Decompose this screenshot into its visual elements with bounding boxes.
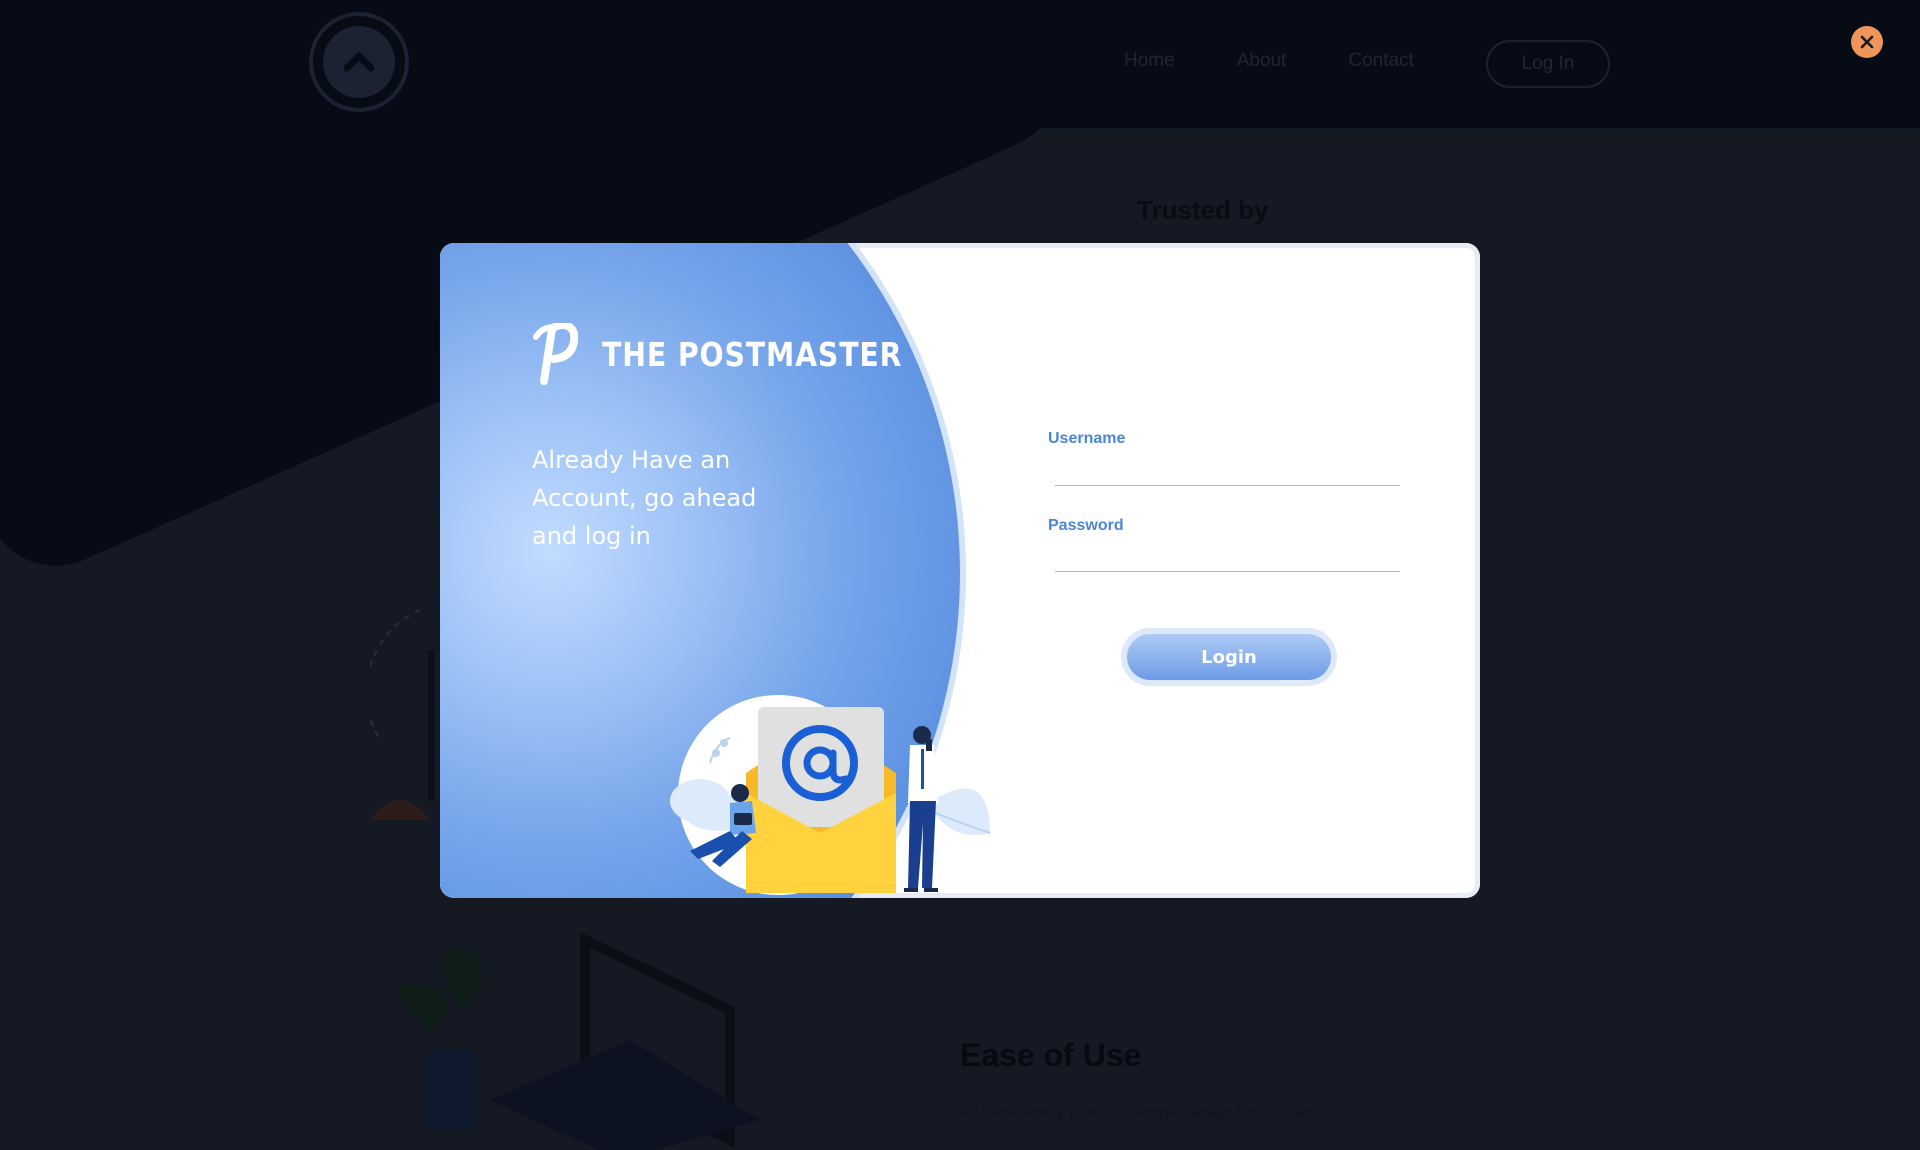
trusted-heading: Trusted by [1137, 195, 1269, 225]
chevron-up-icon [323, 26, 395, 98]
brand: THE POSTMASTER [530, 323, 951, 385]
nav-about[interactable]: About [1237, 50, 1287, 72]
postmaster-logo-icon [533, 323, 578, 385]
feature-text: A User-friendly practice, simple design … [960, 1104, 1325, 1121]
password-label: Password [1048, 517, 1124, 534]
password-input[interactable] [1055, 537, 1400, 572]
nav-home[interactable]: Home [1124, 50, 1175, 72]
nav-contact[interactable]: Contact [1348, 50, 1413, 72]
tagline: Already Have an Account, go ahead and lo… [532, 446, 757, 550]
username-input[interactable] [1055, 451, 1400, 486]
username-label: Username [1048, 430, 1126, 447]
login-modal: THE POSTMASTER Already Have an Account, … [440, 243, 1480, 898]
email-envelope-illustration [670, 695, 991, 895]
laptop-illustration [400, 932, 760, 1150]
nav-login-button[interactable]: Log In [1486, 40, 1610, 88]
feature-title: Ease of Use [960, 1037, 1142, 1073]
brand-name: THE POSTMASTER [602, 334, 903, 374]
site-logo[interactable] [309, 12, 409, 112]
login-button[interactable]: Login [1121, 628, 1337, 686]
login-button-label: Login [1127, 634, 1331, 680]
close-button[interactable] [1851, 26, 1883, 58]
site-nav: Home About Contact [1124, 50, 1414, 72]
close-icon [1860, 35, 1874, 49]
